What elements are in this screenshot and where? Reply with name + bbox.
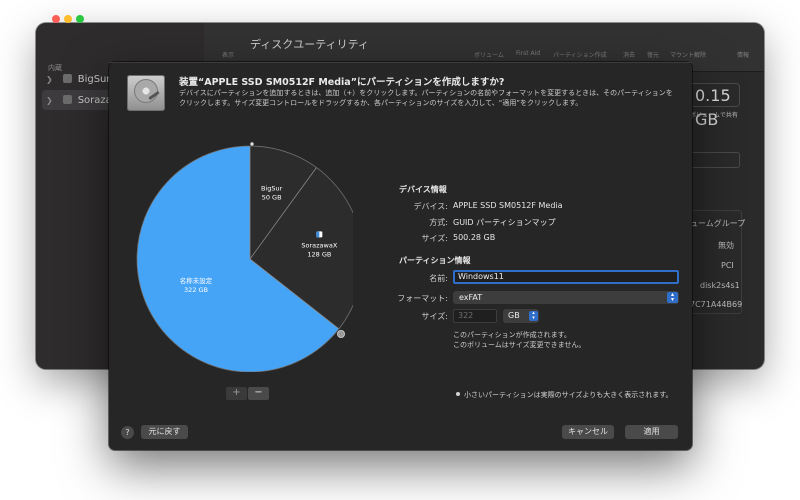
minimize-window-button[interactable]: [64, 15, 72, 23]
sheet-description: デバイスにパーティションを追加するときは、追加（+）をクリックします。パーティシ…: [179, 89, 673, 107]
toolbar-firstaid-label[interactable]: First Aid: [516, 50, 540, 57]
info-row: ュームグループ: [690, 219, 746, 228]
pie-label-name: BigSur: [261, 184, 283, 192]
format-select[interactable]: exFAT ▴ ▾: [453, 291, 679, 304]
pie-controls: + −: [226, 387, 270, 400]
close-window-button[interactable]: [52, 15, 60, 23]
volume-icon: [62, 95, 72, 104]
info-row: disk2s4s1: [700, 281, 740, 290]
volume-size-sub: ボリュームで共有: [690, 112, 738, 119]
partition-note-resize: このボリュームはサイズ変更できません。: [453, 341, 586, 349]
window-title: ディスクユーティリティ: [250, 38, 369, 51]
size-unit-value: GB: [508, 311, 520, 320]
info-row: PCI: [721, 261, 734, 270]
pie-label-size: 128 GB: [307, 250, 331, 258]
format-label: フォーマット:: [397, 294, 448, 303]
scheme-label: 方式:: [429, 218, 448, 227]
pie-label-size: 50 GB: [262, 193, 282, 201]
hard-disk-icon: [127, 75, 165, 111]
scheme-value: GUID パーティションマップ: [453, 218, 556, 227]
disk-size-label: サイズ:: [421, 234, 448, 243]
toolbar-unmount-label[interactable]: マウント解除: [670, 50, 706, 59]
revert-button[interactable]: 元に戻す: [141, 425, 188, 439]
partition-pie-chart[interactable]: 名称未設定322 GB SorazawaX128 GB BigSur50 GB: [127, 134, 353, 372]
device-label: デバイス:: [413, 202, 448, 211]
format-value: exFAT: [459, 293, 483, 302]
toolbar-info-label[interactable]: 情報: [737, 50, 749, 59]
device-info-heading: デバイス情報: [399, 185, 447, 194]
partition-info-heading: パーティション情報: [399, 256, 471, 265]
sidebar-item-label: BigSur: [77, 74, 111, 85]
size-unit-select[interactable]: GB ▴ ▾: [503, 309, 539, 323]
sheet-title: 装置“APPLE SSD SM0512F Media”にパーティションを作成しま…: [179, 77, 505, 88]
updown-arrows-icon: ▴ ▾: [667, 292, 678, 303]
device-value: APPLE SSD SM0512F Media: [453, 201, 563, 210]
chevron-right-icon[interactable]: ❯: [46, 96, 53, 105]
remove-partition-button[interactable]: −: [248, 387, 269, 400]
chevron-right-icon[interactable]: ❯: [46, 75, 53, 84]
pie-label-name: SorazawaX: [301, 241, 337, 249]
small-partition-footnote: 小さいパーティションは実際のサイズよりも大きく表示されます。: [456, 390, 673, 400]
small-partition-marker: [250, 142, 254, 146]
name-label: 名前:: [429, 274, 448, 283]
partition-size-input[interactable]: 322: [453, 309, 497, 323]
disk-size-value: 500.28 GB: [453, 233, 496, 242]
info-row: 7C71A44B69: [690, 300, 743, 309]
partition-note-create: このパーティションが作成されます。: [453, 331, 571, 339]
pie-label-size: 322 GB: [184, 286, 208, 294]
volume-icon: [62, 74, 72, 83]
toolbar-view-label[interactable]: 表示: [222, 50, 234, 59]
toolbar-volume-label[interactable]: ボリューム: [474, 50, 504, 59]
info-row: 無効: [718, 241, 734, 250]
partition-name-input[interactable]: Windows11: [453, 270, 679, 284]
partition-sheet: 装置“APPLE SSD SM0512F Media”にパーティションを作成しま…: [109, 62, 692, 450]
resize-handle[interactable]: [336, 329, 345, 338]
sidebar-item-bigsur[interactable]: ❯ BigSur: [46, 74, 111, 85]
cancel-button[interactable]: キャンセル: [562, 425, 614, 439]
bullet-icon: [456, 392, 460, 396]
size-label: サイズ:: [421, 312, 448, 321]
toolbar-restore-label[interactable]: 復元: [647, 50, 659, 59]
sidebar-section-internal: 内蔵: [48, 64, 62, 72]
volume-size-display: 0.15 GB: [688, 83, 740, 129]
finder-icon-half: [316, 231, 320, 238]
toolbar-erase-label[interactable]: 消去: [623, 50, 635, 59]
zoom-window-button[interactable]: [76, 15, 84, 23]
apply-button[interactable]: 適用: [625, 425, 678, 439]
updown-arrows-icon: ▴ ▾: [529, 311, 538, 321]
add-partition-button[interactable]: +: [226, 387, 247, 400]
usage-bar: [688, 152, 740, 168]
pie-label-name: 名称未設定: [180, 276, 213, 285]
toolbar-partition-label[interactable]: パーティション作成: [553, 50, 607, 59]
help-button[interactable]: ?: [121, 426, 134, 439]
